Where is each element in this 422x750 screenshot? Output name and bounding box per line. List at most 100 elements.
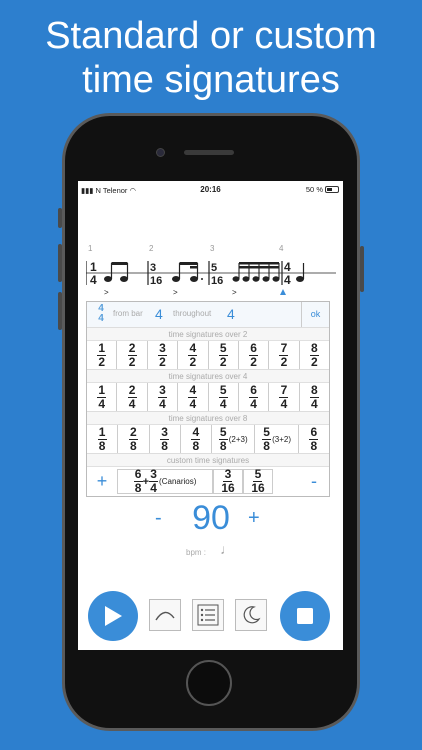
throughout-value[interactable]: 4 — [227, 306, 235, 322]
play-button[interactable] — [88, 591, 138, 641]
bar-number: 2 — [149, 244, 154, 253]
time-sig-den: 16 — [150, 275, 162, 287]
note-head — [190, 276, 198, 282]
time-sig-option[interactable]: 34 — [148, 383, 179, 411]
tempo-increase-button[interactable]: + — [248, 507, 260, 530]
time-sig-option[interactable]: 28 — [118, 425, 150, 453]
position-marker-icon — [280, 289, 286, 295]
from-bar-value[interactable]: 4 — [155, 306, 163, 322]
beam — [111, 262, 128, 265]
time-sig-option[interactable]: 5 8 (3+2) — [255, 425, 299, 453]
time-sig-option[interactable]: 44 — [178, 383, 209, 411]
time-sig-num: 5 — [211, 262, 217, 274]
note-head — [104, 276, 112, 282]
time-signature-panel: 4 4 from bar 4 throughout 4 ok time sign… — [86, 301, 330, 497]
volume-up-button — [58, 244, 62, 282]
tempo-decrease-button[interactable]: - — [155, 507, 162, 530]
tempo-control: - 90 + — [78, 495, 343, 539]
stop-button[interactable] — [280, 591, 330, 641]
metronome-sound-button[interactable] — [149, 599, 181, 631]
app-screen: ▮▮▮ N Telenor ◠ 20:16 50 % 1 2 3 4 1 4 >… — [78, 181, 343, 650]
time-sig-option[interactable]: 74 — [269, 383, 300, 411]
accent-mark: > — [104, 288, 109, 297]
tempo-value[interactable]: 90 — [176, 499, 246, 538]
note-head — [172, 276, 180, 282]
grid-over-4: 14 24 34 44 54 64 74 84 — [87, 383, 329, 412]
beam — [179, 262, 198, 265]
time-sig-option[interactable]: 64 — [239, 383, 270, 411]
bar-number: 1 — [88, 244, 93, 253]
time-sig-option[interactable]: 24 — [117, 383, 148, 411]
bar-numbers: 1 2 3 4 — [78, 244, 343, 256]
dot — [201, 278, 203, 280]
power-button — [360, 246, 364, 292]
custom-signatures-row: + 68 + 34 (Canarios) 3 16 5 16 - — [87, 467, 329, 496]
throughout-label: throughout — [173, 309, 212, 318]
remove-custom-button[interactable]: - — [299, 467, 329, 496]
bpm-label: bpm : — [186, 548, 207, 557]
time-sig-option[interactable]: 52 — [209, 341, 239, 369]
list-icon — [197, 604, 219, 626]
time-sig-option[interactable]: 68 — [299, 425, 329, 453]
time-sig-num: 3 — [150, 262, 156, 274]
time-sig-option[interactable]: 32 — [148, 341, 179, 369]
quarter-note-icon[interactable]: ♩ — [220, 541, 234, 557]
signature-editor-row: 4 4 from bar 4 throughout 4 ok — [87, 302, 329, 328]
current-signature[interactable]: 4 4 — [95, 304, 107, 324]
note-head — [120, 276, 128, 282]
time-sig-option[interactable]: 38 — [150, 425, 181, 453]
section-title-over-2: time signatures over 2 — [87, 328, 329, 341]
status-bar: ▮▮▮ N Telenor ◠ 20:16 50 % — [78, 184, 343, 198]
beam — [190, 266, 198, 269]
beam — [239, 262, 279, 265]
time-sig-option[interactable]: 54 — [209, 383, 239, 411]
custom-sig-option[interactable]: 5 16 — [243, 468, 273, 494]
home-button[interactable] — [186, 660, 232, 706]
section-title-over-4: time signatures over 4 — [87, 370, 329, 383]
note-head — [296, 276, 304, 282]
time-sig-option[interactable]: 48 — [181, 425, 212, 453]
volume-down-button — [58, 292, 62, 330]
add-custom-button[interactable]: + — [87, 467, 117, 496]
time-sig-num: 4 — [284, 260, 291, 274]
music-staff[interactable]: 1 4 > 3 16 > 5 16 > 4 4 — [86, 257, 336, 297]
transport-controls — [78, 589, 343, 645]
beam — [239, 266, 279, 269]
time-sig-den: 4 — [90, 273, 97, 287]
earpiece-speaker — [184, 150, 234, 155]
accent-mark: > — [173, 288, 178, 297]
time-sig-option[interactable]: 82 — [300, 341, 329, 369]
stop-icon — [297, 608, 313, 624]
time-sig-option[interactable]: 5 8 (2+3) — [212, 425, 256, 453]
time-sig-option[interactable]: 62 — [239, 341, 270, 369]
mute-switch — [58, 208, 62, 228]
time-sig-option[interactable]: 14 — [87, 383, 118, 411]
battery-percent: 50 % — [305, 185, 323, 194]
grid-over-2: 12 22 32 42 52 62 72 82 — [87, 341, 329, 370]
current-den: 4 — [98, 313, 104, 324]
time-sig-option[interactable]: 18 — [87, 425, 119, 453]
time-sig-den: 16 — [211, 275, 223, 287]
grid-over-8: 18 28 38 48 5 8 (2+3) 5 8 (3+2) 68 — [87, 425, 329, 454]
play-icon — [105, 606, 122, 626]
pendulum-icon — [155, 611, 175, 621]
status-time: 20:16 — [200, 185, 221, 194]
moon-icon — [243, 606, 261, 624]
time-sig-den: 4 — [284, 273, 291, 287]
time-sig-option[interactable]: 12 — [87, 341, 118, 369]
time-sig-option[interactable]: 72 — [269, 341, 300, 369]
section-title-over-8: time signatures over 8 — [87, 412, 329, 425]
custom-sig-option[interactable]: 3 16 — [213, 468, 243, 494]
night-mode-button[interactable] — [235, 599, 267, 631]
from-bar-label: from bar — [113, 309, 143, 318]
front-camera — [156, 148, 165, 157]
time-sig-option[interactable]: 42 — [178, 341, 209, 369]
ok-button[interactable]: ok — [301, 302, 329, 327]
time-sig-num: 1 — [90, 260, 97, 274]
list-button[interactable] — [192, 599, 224, 631]
canarios-label: (Canarios) — [159, 477, 197, 486]
time-sig-option[interactable]: 22 — [117, 341, 148, 369]
time-sig-option[interactable]: 84 — [300, 383, 329, 411]
custom-sig-canarios[interactable]: 68 + 34 (Canarios) — [117, 468, 213, 494]
headline-line-1: Standard or custom — [45, 15, 377, 57]
